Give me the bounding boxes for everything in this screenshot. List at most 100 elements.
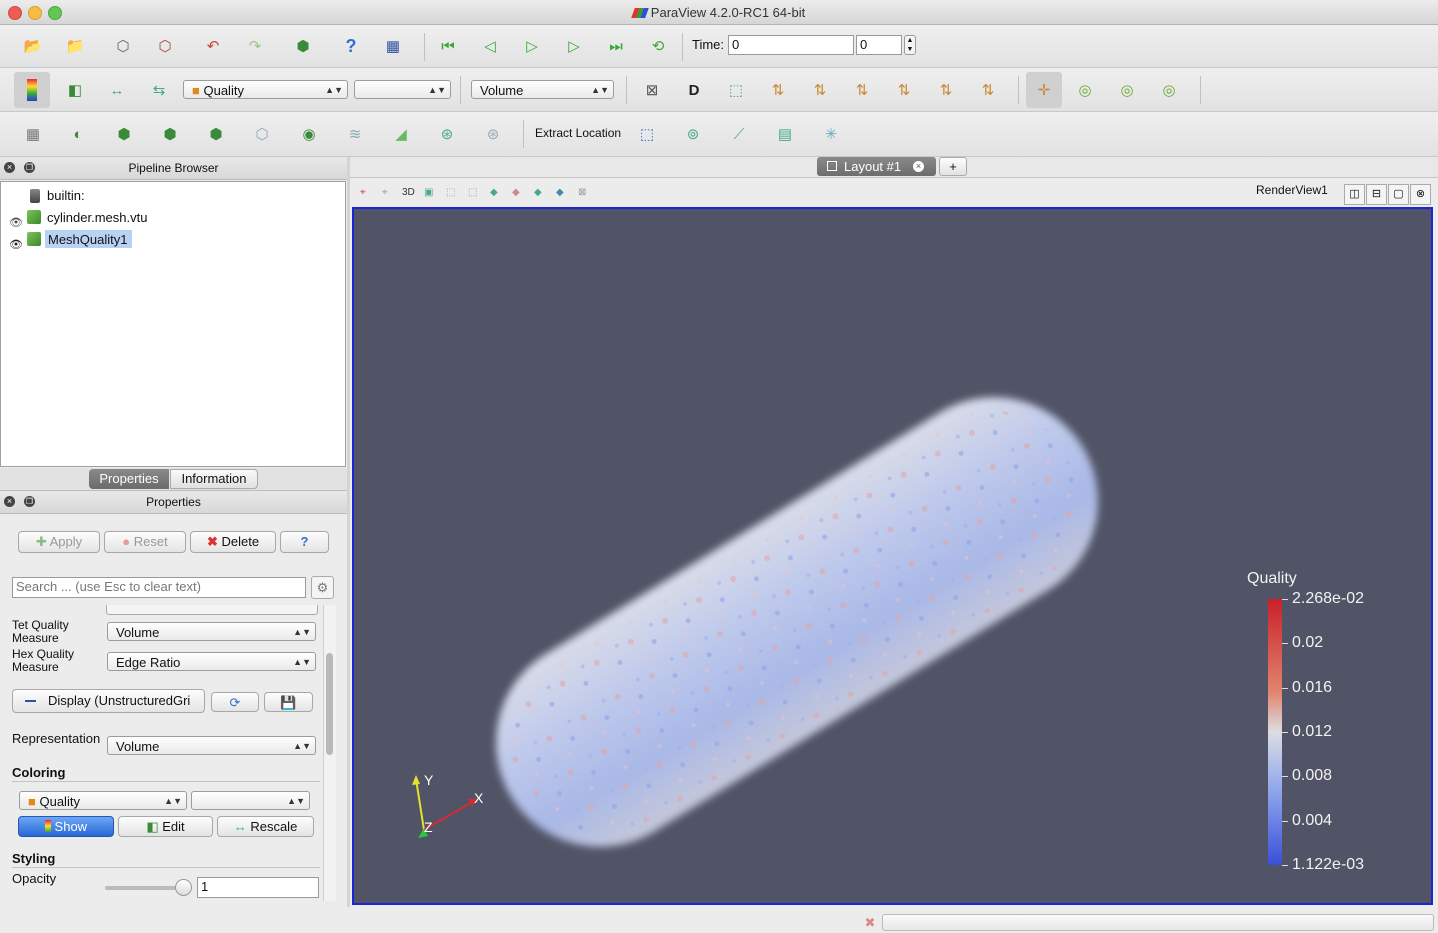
pipeline-item-cylinder[interactable]: cylinder.mesh.vtu — [47, 211, 147, 224]
advanced-gear-icon[interactable]: ⚙ — [311, 576, 334, 599]
representation-property-select[interactable]: Volume ▲▼ — [107, 736, 316, 755]
first-frame-icon[interactable]: ⏮ — [435, 33, 461, 59]
glyph-icon[interactable]: ◉ — [296, 121, 322, 147]
view-plus-x-icon[interactable]: ⇅ — [765, 77, 791, 103]
view-plus-z-icon[interactable]: ⇅ — [933, 77, 959, 103]
visibility-eye-icon[interactable]: 👁 — [9, 238, 23, 251]
play-icon[interactable]: ▷ — [519, 33, 545, 59]
extract-level-icon[interactable]: ⊛ — [480, 121, 506, 147]
float-panel-icon[interactable]: ❐ — [24, 496, 35, 507]
select-block-icon[interactable]: ⬚ — [468, 187, 477, 198]
group-datasets-icon[interactable]: ⊛ — [434, 121, 460, 147]
pipeline-item-builtin[interactable]: builtin: — [47, 189, 85, 202]
representation-select[interactable]: Volume ▲▼ — [471, 80, 614, 99]
help-icon[interactable]: ? — [338, 33, 364, 59]
close-panel-icon[interactable]: × — [4, 162, 15, 173]
visibility-eye-icon[interactable]: 👁 — [9, 216, 23, 229]
polygon-select-icon[interactable]: ◆ — [512, 187, 520, 198]
rescale-custom-range-icon[interactable]: ⇆ — [146, 77, 172, 103]
toggle-color-legend-icon[interactable] — [19, 77, 45, 103]
opacity-slider-handle[interactable] — [175, 879, 192, 896]
split-horizontal-icon[interactable]: ◫ — [1344, 184, 1365, 205]
save-state-icon[interactable]: ⬡ — [110, 33, 136, 59]
open-recent-icon[interactable]: 📁 — [62, 33, 88, 59]
redo-icon[interactable]: ↷ — [242, 33, 268, 59]
coloring-array-select[interactable]: ■ Quality ▲▼ — [19, 791, 187, 810]
delete-button[interactable]: ✖ Delete — [190, 531, 276, 553]
pick-center-icon[interactable]: ◎ — [1114, 77, 1140, 103]
selection-frustum-icon[interactable]: ⌖ — [360, 187, 366, 198]
interactive-select-icon[interactable]: ◆ — [490, 187, 498, 198]
render-view[interactable]: Y X Z Quality 2.268e-02 0.02 0.016 0.012 0.0… — [352, 207, 1433, 905]
plot-over-line-icon[interactable]: ⟋ — [726, 121, 752, 147]
close-tab-icon[interactable]: × — [913, 161, 924, 172]
scrollbar-thumb[interactable] — [326, 653, 333, 755]
stream-tracer-icon[interactable]: ≋ — [342, 121, 368, 147]
slice-icon[interactable]: ⬢ — [157, 121, 183, 147]
toggle-3d-button[interactable]: 3D — [402, 187, 415, 198]
color-array-select[interactable]: ■ Quality ▲▼ — [183, 80, 348, 99]
contour-icon[interactable]: ◐ — [65, 121, 91, 147]
warp-icon[interactable]: ◢ — [388, 121, 414, 147]
show-color-legend-button[interactable]: Show — [18, 816, 114, 837]
cursor-icon[interactable]: ✳ — [818, 121, 844, 147]
tab-layout-1[interactable]: Layout #1 × — [817, 157, 936, 176]
zoom-to-box-icon[interactable]: ⬚ — [723, 77, 749, 103]
tet-quality-select[interactable]: Volume ▲▼ — [107, 622, 316, 641]
plot-over-time-icon[interactable]: ▤ — [772, 121, 798, 147]
extract-selection-icon[interactable]: ⬚ — [634, 121, 660, 147]
next-frame-icon[interactable]: ▷ — [561, 33, 587, 59]
splitter[interactable] — [347, 157, 350, 907]
open-file-icon[interactable]: 📂 — [20, 33, 46, 59]
float-panel-icon[interactable]: ❐ — [24, 162, 35, 173]
clip-icon[interactable]: ⬢ — [111, 121, 137, 147]
close-view-icon[interactable]: ⊗ — [1410, 184, 1431, 205]
view-plus-y-icon[interactable]: ⇅ — [849, 77, 875, 103]
rescale-button[interactable]: ↔ Rescale — [217, 816, 314, 837]
save-defaults-icon[interactable]: 💾 — [264, 692, 313, 712]
select-cells-icon[interactable]: ▣ — [424, 187, 433, 198]
find-data-icon[interactable]: ▦ — [380, 33, 406, 59]
view-minus-x-icon[interactable]: ⇅ — [807, 77, 833, 103]
grow-selection-icon[interactable]: ◆ — [534, 187, 542, 198]
help-button[interactable]: ? — [280, 531, 329, 553]
time-input[interactable]: 0 — [728, 35, 854, 55]
reset-button[interactable]: ● Reset — [104, 531, 186, 553]
clear-selection-icon[interactable]: ⊠ — [578, 187, 586, 198]
properties-scrollbar[interactable] — [323, 605, 336, 901]
threshold-icon[interactable]: ⬢ — [203, 121, 229, 147]
shrink-selection-icon[interactable]: ◆ — [556, 187, 564, 198]
reset-session-icon[interactable]: ⬢ — [290, 33, 316, 59]
reload-icon[interactable]: ⟳ — [211, 692, 259, 712]
pipeline-item-meshquality[interactable]: MeshQuality1 — [48, 233, 127, 246]
rescale-range-icon[interactable]: ↔ — [104, 77, 130, 103]
apply-button[interactable]: ✚ Apply — [18, 531, 100, 553]
view-minus-y-icon[interactable]: ⇅ — [891, 77, 917, 103]
loop-icon[interactable]: ⟲ — [645, 33, 671, 59]
rotation-center-icon[interactable]: ◎ — [1156, 77, 1182, 103]
previous-frame-icon[interactable]: ◁ — [477, 33, 503, 59]
undo-icon[interactable]: ↶ — [200, 33, 226, 59]
extract-location-button[interactable]: Extract Location — [535, 127, 621, 140]
tab-information[interactable]: Information — [170, 469, 258, 489]
close-panel-icon[interactable]: × — [4, 496, 15, 507]
zoom-to-data-icon[interactable]: D — [681, 77, 707, 103]
view-minus-z-icon[interactable]: ⇅ — [975, 77, 1001, 103]
plot-selection-icon[interactable]: ⊚ — [680, 121, 706, 147]
search-input[interactable]: Search ... (use Esc to clear text) — [12, 577, 306, 598]
timestep-spinner[interactable]: ▲ ▼ — [904, 35, 916, 55]
timestep-input[interactable]: 0 — [856, 35, 902, 55]
reset-center-icon[interactable]: ◎ — [1072, 77, 1098, 103]
coloring-component-select[interactable]: ▲▼ — [191, 791, 310, 810]
maximize-view-icon[interactable]: ▢ — [1388, 184, 1409, 205]
hex-quality-select[interactable]: Edge Ratio ▲▼ — [107, 652, 316, 671]
display-section-button[interactable]: Display (UnstructuredGri — [12, 689, 205, 713]
select-points-icon[interactable]: ⌖ — [382, 187, 388, 198]
extract-subset-icon[interactable]: ⬡ — [249, 121, 275, 147]
edit-color-map-icon[interactable]: ◧ — [62, 77, 88, 103]
edit-color-map-button[interactable]: ◧ Edit — [118, 816, 213, 837]
calculator-icon[interactable]: ▦ — [20, 121, 46, 147]
show-center-icon[interactable]: ✛ — [1031, 77, 1057, 103]
disconnect-icon[interactable]: ⬡ — [152, 33, 178, 59]
progress-abort-icon[interactable]: ✖ — [860, 913, 880, 933]
